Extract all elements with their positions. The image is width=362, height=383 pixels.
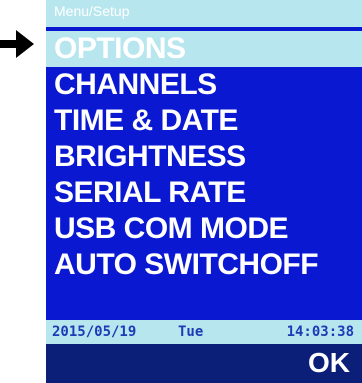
menu-item-options[interactable]: OPTIONS [46, 31, 362, 67]
menu-item-label: CHANNELS [54, 68, 217, 101]
menu-item-label: TIME & DATE [54, 104, 238, 137]
menu-item-serial-rate[interactable]: SERIAL RATE [46, 175, 362, 211]
menu-item-brightness[interactable]: BRIGHTNESS [46, 139, 362, 175]
softkey-bar: OK [46, 344, 362, 383]
menu-item-label: OPTIONS [54, 32, 186, 65]
menu-item-channels[interactable]: CHANNELS [46, 67, 362, 103]
menu-item-usb-com-mode[interactable]: USB COM MODE [46, 211, 362, 247]
menu-item-auto-switchoff[interactable]: AUTO SWITCHOFF [46, 247, 362, 283]
status-day: Tue [178, 324, 204, 340]
selection-pointer [0, 28, 40, 60]
setup-menu: OPTIONS CHANNELS TIME & DATE BRIGHTNESS … [46, 31, 362, 283]
menu-item-label: USB COM MODE [54, 212, 289, 245]
menu-item-label: AUTO SWITCHOFF [54, 248, 319, 281]
menu-item-label: BRIGHTNESS [54, 140, 246, 173]
menu-title: Menu/Setup [54, 3, 130, 19]
status-time: 14:03:38 [286, 324, 354, 340]
menu-item-label: SERIAL RATE [54, 176, 246, 209]
ok-button[interactable]: OK [308, 346, 350, 380]
device-screen: Menu/Setup OPTIONS CHANNELS TIME & DATE … [46, 0, 362, 383]
menu-header: Menu/Setup [46, 0, 362, 27]
right-arrow-pointer-icon [0, 30, 34, 58]
menu-item-time-date[interactable]: TIME & DATE [46, 103, 362, 139]
status-bar: 2015/05/19 Tue 14:03:38 [46, 320, 362, 344]
status-date: 2015/05/19 [52, 324, 137, 340]
